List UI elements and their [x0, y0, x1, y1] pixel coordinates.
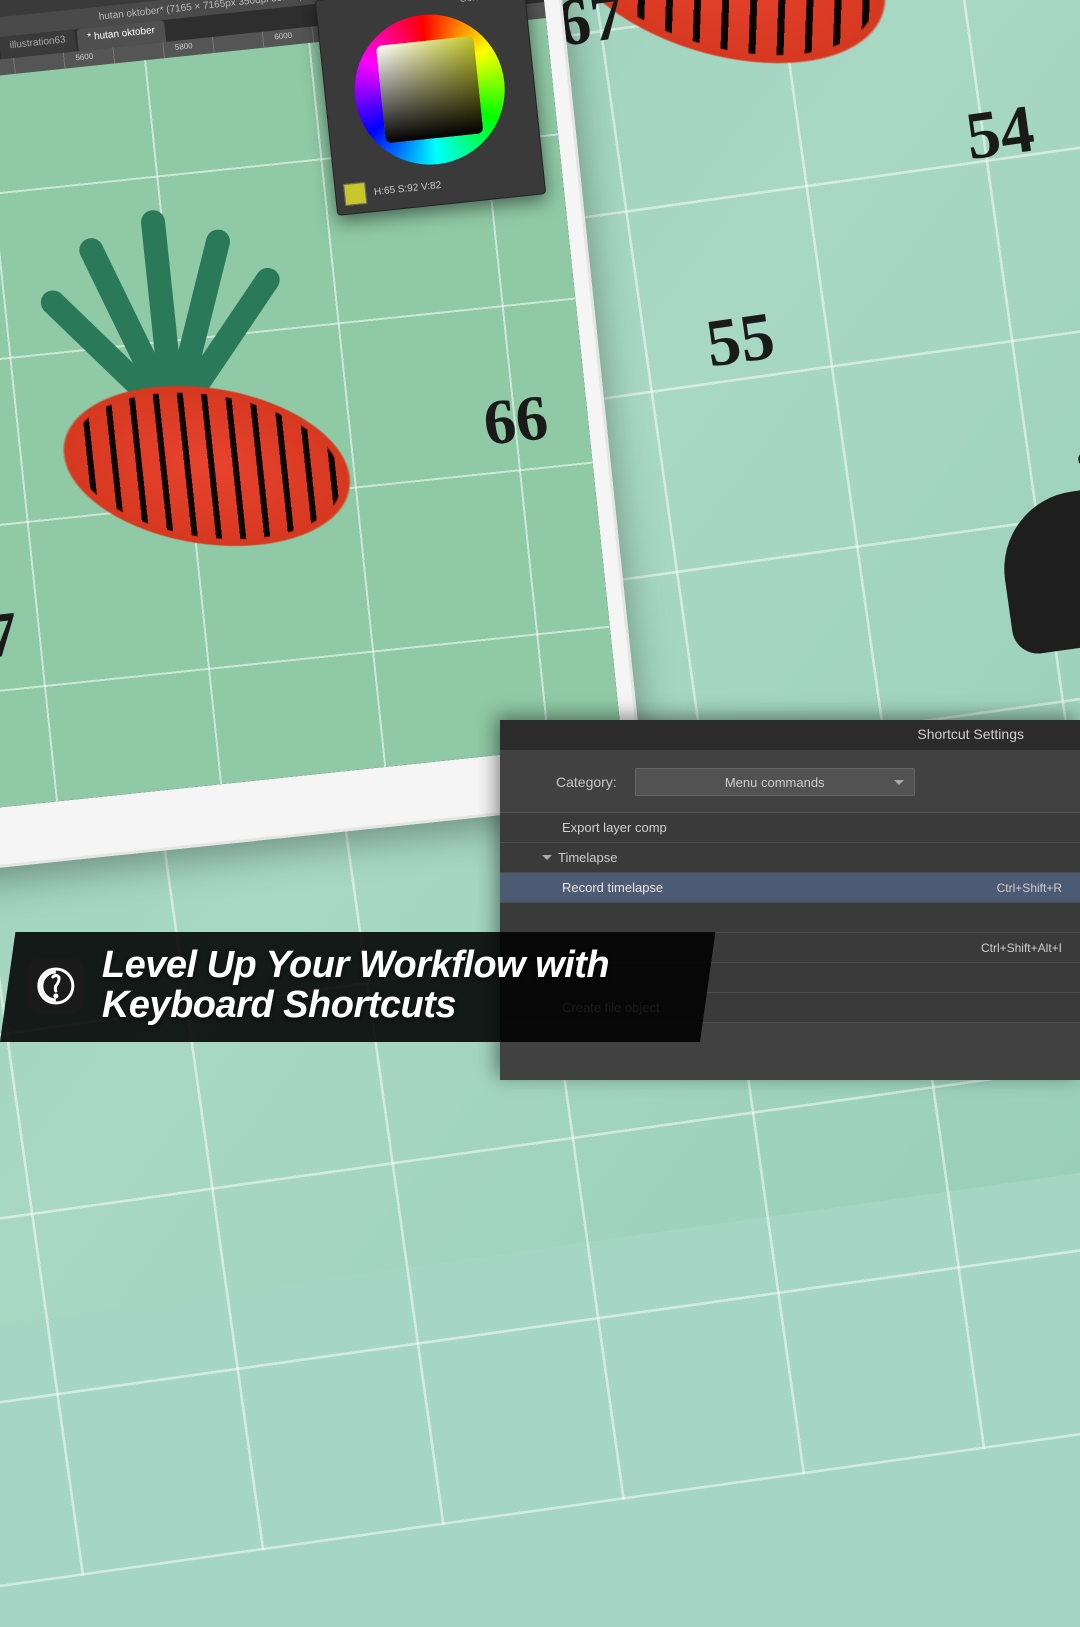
color-swatch[interactable] [343, 182, 367, 206]
color-wheel-panel[interactable]: Color Wheel H:65 S:92 V:82 [315, 0, 547, 216]
shortcut-label: Timelapse [558, 850, 617, 865]
ruler-mark: 5800 [174, 41, 193, 52]
shortcut-key: Ctrl+Shift+Alt+I [981, 941, 1080, 955]
board-number: 54 [961, 91, 1039, 176]
shortcut-group-row[interactable]: Timelapse [500, 843, 1080, 873]
title-line-1: Level Up Your Workflow with [102, 946, 609, 986]
category-label: Category: [556, 774, 617, 790]
category-dropdown[interactable]: Menu commands [635, 768, 915, 796]
ipad-screen: Filter Window Help hutan oktober* (7165 … [0, 0, 622, 814]
canvas-number: 66 [480, 380, 551, 460]
title-banner: Level Up Your Workflow with Keyboard Sho… [0, 932, 715, 1042]
shortcut-label: Record timelapse [562, 880, 663, 895]
banner-title: Level Up Your Workflow with Keyboard Sho… [102, 946, 609, 1026]
dialog-title: Shortcut Settings [500, 720, 1080, 750]
color-hsv-readout: H:65 S:92 V:82 [374, 179, 442, 197]
ruler-mark: 5600 [75, 52, 94, 63]
title-line-2: Keyboard Shortcuts [102, 986, 609, 1026]
shortcut-row[interactable]: Export layer comp [500, 813, 1080, 843]
shortcut-row-selected[interactable]: Record timelapse Ctrl+Shift+R [500, 873, 1080, 903]
shortcut-key: Ctrl+Shift+R [997, 881, 1080, 895]
shortcut-label: Export layer comp [562, 820, 667, 835]
shortcut-row[interactable] [500, 903, 1080, 933]
color-wheel[interactable] [347, 7, 512, 172]
board-number: 55 [702, 298, 780, 383]
ruler-mark: 6000 [274, 31, 293, 42]
category-value: Menu commands [725, 775, 825, 790]
clip-studio-logo-icon [28, 958, 84, 1014]
chevron-down-icon [542, 855, 552, 865]
category-row: Category: Menu commands [500, 768, 1080, 812]
